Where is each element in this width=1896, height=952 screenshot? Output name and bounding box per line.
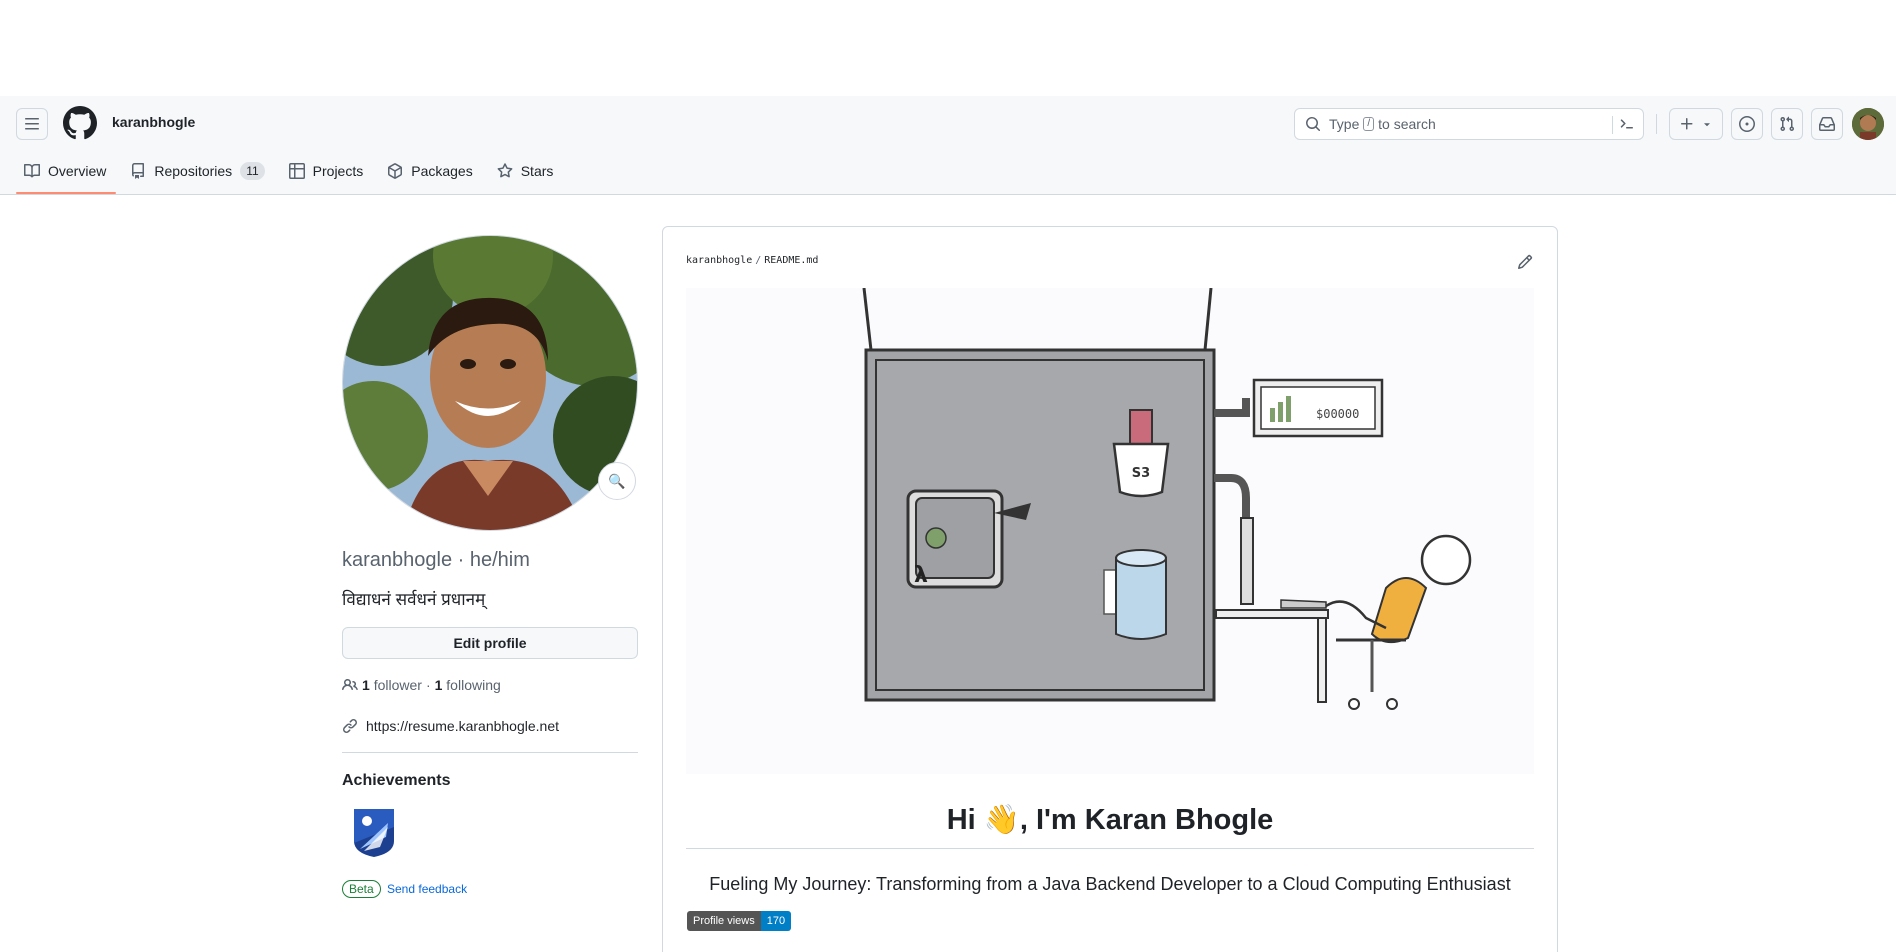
tab-stars[interactable]: Stars (489, 156, 562, 186)
issues-button[interactable] (1731, 108, 1763, 140)
cloud-developer-illustration: λ S3 $00000 (862, 287, 1472, 710)
tab-packages[interactable]: Packages (379, 156, 480, 186)
search-shortcut-key: / (1363, 117, 1375, 131)
inbox-button[interactable] (1811, 108, 1843, 140)
svg-text:λ: λ (914, 563, 928, 588)
star-icon (497, 163, 513, 178)
github-logo-icon[interactable] (63, 106, 97, 140)
following-label: following (446, 677, 501, 693)
search-divider (1612, 116, 1613, 134)
profile-views-badge: Profile views 170 (687, 911, 792, 931)
readme-illustration: λ S3 $00000 (686, 287, 1534, 774)
create-new-button[interactable] (1669, 108, 1723, 140)
profile-photo (343, 236, 637, 530)
readme-breadcrumb: karanbhogle / README.md (686, 255, 818, 266)
profile-views-count: 170 (760, 911, 792, 931)
plus-icon (1681, 118, 1693, 130)
tab-label: Packages (411, 163, 473, 179)
readme-tagline: Fueling My Journey: Transforming from a … (709, 874, 1511, 894)
readme-heading: Hi 👋, I'm Karan Bhogle (946, 804, 1274, 836)
repo-count-badge: 11 (240, 162, 265, 180)
issue-opened-icon (1739, 116, 1755, 132)
menu-button[interactable] (16, 108, 48, 140)
heading-rule (686, 848, 1534, 849)
website-link[interactable]: https://resume.karanbhogle.net (366, 718, 559, 734)
book-icon (24, 163, 40, 178)
tab-repositories[interactable]: Repositories 11 (122, 156, 272, 186)
breadcrumb-separator: / (755, 255, 762, 266)
command-palette-icon[interactable] (1619, 116, 1635, 132)
tab-label: Projects (312, 163, 364, 179)
inbox-icon (1819, 117, 1835, 131)
profile-tabs: Overview Repositories 11 Projects Packag… (16, 156, 569, 196)
search-icon (1306, 117, 1321, 132)
followers-label: follower (373, 677, 422, 693)
tab-overview[interactable]: Overview (16, 156, 114, 186)
follow-stats: 1 follower · 1 following (342, 677, 501, 693)
header-divider (1656, 114, 1657, 134)
status-emoji-icon: 🔍 (608, 472, 626, 489)
tab-label: Repositories (154, 163, 233, 179)
search-placeholder-pre: Type (1329, 116, 1360, 132)
context-owner-link[interactable]: karanbhogle (112, 114, 195, 130)
hamburger-icon (25, 118, 39, 130)
people-icon (342, 678, 358, 691)
readme-owner-link[interactable]: karanbhogle (686, 255, 752, 266)
avatar-image (1852, 108, 1884, 140)
link-icon (342, 718, 358, 734)
beta-label: Beta (342, 880, 381, 898)
profile-username: karanbhogle · he/him (342, 549, 530, 571)
set-status-button[interactable]: 🔍 (598, 462, 636, 500)
tab-projects[interactable]: Projects (281, 156, 372, 186)
following-count: 1 (434, 677, 443, 693)
profile-bio: विद्याधनं सर्वधनं प्रधानम् (342, 590, 486, 609)
tab-label: Overview (48, 163, 107, 179)
edit-profile-button[interactable]: Edit profile (342, 627, 638, 659)
git-pull-request-icon (1780, 116, 1795, 132)
triangle-down-icon (1704, 123, 1710, 127)
tab-label: Stars (520, 163, 554, 179)
package-icon (388, 163, 403, 179)
follow-separator: · (425, 677, 431, 693)
sidebar-divider (342, 752, 638, 753)
achievement-badge-icon[interactable] (350, 807, 398, 859)
website-item: https://resume.karanbhogle.net (342, 718, 559, 734)
following-link[interactable]: 1 following (435, 677, 501, 693)
pull-requests-button[interactable] (1771, 108, 1803, 140)
readme-file-link[interactable]: README.md (764, 255, 818, 266)
achievements-heading[interactable]: Achievements (342, 772, 451, 790)
followers-count: 1 (362, 677, 370, 693)
dollar-counter-label: $00000 (1316, 407, 1359, 421)
table-icon (288, 163, 305, 179)
send-feedback-link[interactable]: Send feedback (387, 882, 467, 896)
user-avatar-menu[interactable] (1852, 108, 1884, 140)
s3-label: S3 (1132, 466, 1150, 481)
search-input[interactable]: Type / to search (1294, 108, 1644, 140)
profile-views-label: Profile views (687, 911, 761, 931)
followers-link[interactable]: 1 follower (362, 677, 422, 693)
pencil-icon[interactable] (1517, 254, 1533, 270)
active-tab-indicator (16, 192, 116, 194)
search-placeholder-post: to search (1378, 116, 1436, 132)
repo-icon (132, 163, 145, 179)
profile-avatar[interactable] (342, 235, 638, 531)
